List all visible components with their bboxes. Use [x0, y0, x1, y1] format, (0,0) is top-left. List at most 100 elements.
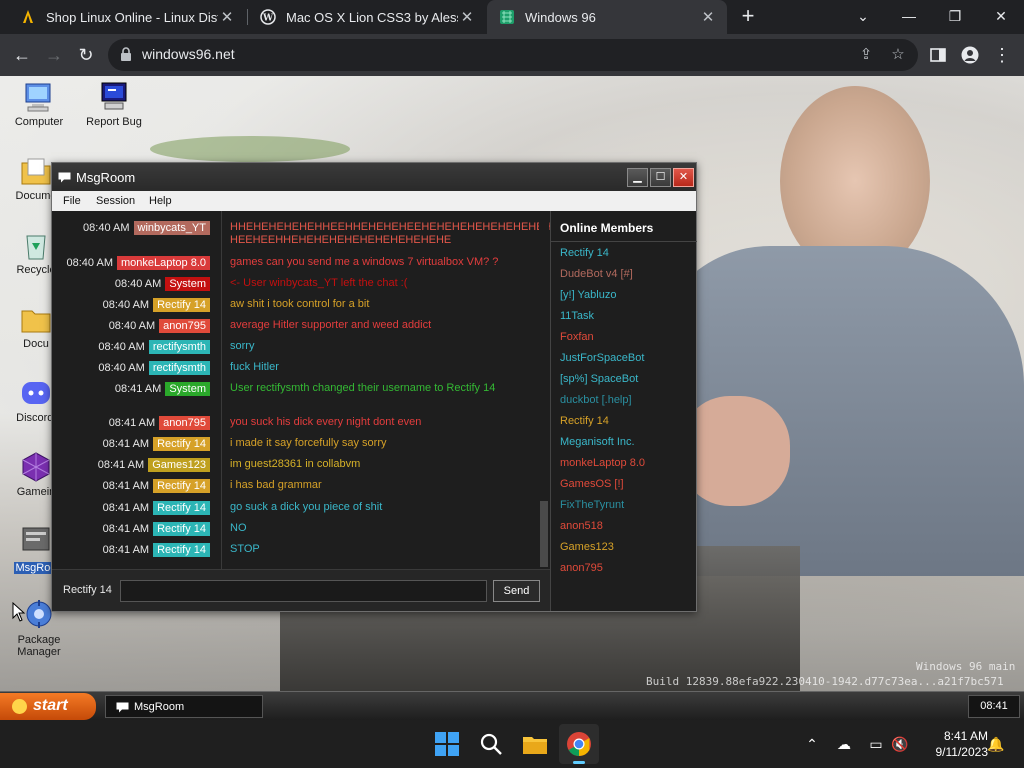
message-username-badge[interactable]: winbycats_YT	[133, 221, 210, 235]
notification-bell-icon[interactable]: 🔔	[986, 734, 1006, 754]
side-panel-icon[interactable]	[926, 43, 950, 67]
reload-icon[interactable]: ↻	[74, 43, 98, 67]
message-text: average Hitler supporter and weed addict	[230, 319, 432, 331]
tab-title: Windows 96	[525, 9, 596, 25]
close-window-button[interactable]: ✕	[673, 168, 694, 187]
chrome-icon[interactable]	[559, 724, 599, 764]
message-username-badge[interactable]: System	[165, 277, 210, 291]
forward-arrow-icon[interactable]: →	[42, 43, 66, 67]
member-item[interactable]: Rectify 14	[560, 247, 609, 259]
member-item[interactable]: anon518	[560, 520, 603, 532]
restore-icon[interactable]: ❐	[932, 0, 978, 34]
member-item[interactable]: GamesOS [!]	[560, 478, 624, 490]
close-window-icon[interactable]: ✕	[978, 0, 1024, 34]
message-username-badge[interactable]: anon795	[159, 319, 210, 333]
msgroom-menubar: File Session Help	[52, 191, 696, 211]
message-input[interactable]	[120, 580, 487, 602]
msgroom-titlebar[interactable]: MsgRoom ▁ ☐ ✕	[52, 163, 696, 191]
bookmark-star-icon[interactable]: ☆	[888, 45, 908, 65]
message-time: 08:40 AM	[83, 222, 130, 234]
member-item[interactable]: DudeBot v4 [#]	[560, 268, 633, 280]
member-item[interactable]: Foxfan	[560, 331, 594, 343]
system-clock[interactable]: 8:41 AM 9/11/2023	[918, 728, 989, 760]
message-username-badge[interactable]: rectifysmth	[148, 361, 210, 375]
message-time: 08:41 AM	[102, 544, 150, 556]
minimize-window-button[interactable]: ▁	[627, 168, 648, 187]
computer-icon	[22, 80, 56, 114]
message-username-badge[interactable]: Rectify 14	[153, 522, 210, 536]
member-item[interactable]: [sp%] SpaceBot	[560, 373, 638, 385]
taskbar-item-msgroom[interactable]: MsgRoom	[105, 695, 263, 718]
menu-kebab-icon[interactable]: ⋮	[990, 43, 1014, 67]
message-username-badge[interactable]: anon795	[159, 416, 210, 430]
tab-search-chevron-icon[interactable]: ⌄	[840, 0, 886, 34]
message-username-badge[interactable]: Rectify 14	[153, 543, 210, 557]
message-username-badge[interactable]: Rectify 14	[153, 501, 210, 515]
browser-tab-1[interactable]: W Mac OS X Lion CSS3 by Alessio A ✕	[248, 0, 486, 34]
message-username-badge[interactable]: Rectify 14	[153, 298, 210, 312]
chat-scrollbar-thumb[interactable]	[540, 501, 548, 567]
menu-session[interactable]: Session	[96, 195, 135, 207]
url-text[interactable]: windows96.net	[142, 46, 235, 62]
tray-chevron-up-icon[interactable]: ⌃	[802, 734, 822, 754]
cloud-offline-icon[interactable]: ☁	[834, 734, 854, 754]
profile-avatar-icon[interactable]	[958, 43, 982, 67]
member-item[interactable]: 11Task	[560, 310, 594, 322]
message-username-badge[interactable]: Games123	[148, 458, 210, 472]
member-item[interactable]: Rectify 14	[560, 415, 609, 427]
member-item[interactable]: anon795	[560, 562, 603, 574]
file-explorer-icon[interactable]	[521, 730, 549, 758]
report-bug-icon	[97, 80, 131, 114]
member-item[interactable]: FixTheTyrunt	[560, 499, 624, 511]
member-item[interactable]: Games123	[560, 541, 614, 553]
message-text: go suck a dick you piece of shit	[230, 501, 383, 513]
display-icon[interactable]: ▭	[866, 734, 886, 754]
member-item[interactable]: duckbot [.help]	[560, 394, 632, 406]
chat-input-bar: Rectify 14 Send	[52, 569, 550, 611]
message-text: <- User winbycats_YT left the chat :(	[230, 277, 408, 289]
message-meta: 08:41 AM Rectify 14	[103, 522, 210, 536]
share-icon[interactable]: ⇪	[856, 45, 876, 65]
send-button[interactable]: Send	[493, 580, 540, 602]
start-button[interactable]: start	[0, 693, 96, 720]
message-time: 08:41 AM	[114, 383, 162, 395]
message-time: 08:41 AM	[102, 480, 150, 492]
browser-tab-2[interactable]: Windows 96 ✕	[487, 0, 727, 34]
message-username-badge[interactable]: monkeLaptop 8.0	[116, 256, 210, 270]
lock-icon[interactable]	[120, 47, 132, 64]
w96-clock[interactable]: 08:41	[968, 695, 1020, 718]
current-nickname[interactable]: Rectify 14	[63, 584, 112, 596]
search-icon[interactable]	[477, 730, 505, 758]
desktop-icon-computer[interactable]: Computer	[4, 80, 74, 128]
message-username-badge[interactable]: rectifysmth	[148, 340, 210, 354]
message-meta: 08:40 AM winbycats_YT	[83, 221, 210, 235]
windows-start-icon[interactable]	[433, 730, 461, 758]
member-item[interactable]: JustForSpaceBot	[560, 352, 644, 364]
message-time: 08:41 AM	[108, 417, 156, 429]
chat-messages-pane[interactable]: 08:40 AM winbycats_YT HHEHEHEHEHEHHEEHHEHE…	[52, 211, 550, 569]
member-item[interactable]: [y!] Yabluzo	[560, 289, 616, 301]
menu-file[interactable]: File	[63, 195, 81, 207]
message-text: sorry	[230, 340, 255, 352]
msgroom-window[interactable]: MsgRoom ▁ ☐ ✕ File Session Help 08:40 AM…	[51, 162, 697, 612]
desktop-icon-report-bug[interactable]: Report Bug	[79, 80, 149, 128]
address-bar[interactable]: windows96.net ⇪ ☆	[108, 39, 918, 71]
message-username-badge[interactable]: Rectify 14	[153, 437, 210, 451]
watermark-line-1: Windows 96 main	[916, 660, 1016, 673]
speaker-muted-icon[interactable]: 🔇	[890, 734, 910, 754]
message-username-badge[interactable]: Rectify 14	[153, 479, 210, 493]
browser-tab-0[interactable]: Shop Linux Online - Linux Distros ✕	[8, 0, 246, 34]
mouse-cursor-icon	[12, 601, 26, 625]
close-tab-icon[interactable]: ✕	[218, 8, 236, 26]
member-item[interactable]: monkeLaptop 8.0	[560, 457, 645, 469]
close-tab-icon[interactable]: ✕	[458, 8, 476, 26]
documents-folder-icon	[19, 154, 53, 188]
new-tab-button[interactable]: +	[736, 4, 760, 28]
minimize-icon[interactable]: —	[886, 0, 932, 34]
message-username-badge[interactable]: System	[165, 382, 210, 396]
member-item[interactable]: Meganisoft Inc.	[560, 436, 635, 448]
back-arrow-icon[interactable]: ←	[10, 43, 34, 67]
maximize-window-button[interactable]: ☐	[650, 168, 671, 187]
close-tab-icon[interactable]: ✕	[699, 8, 717, 26]
menu-help[interactable]: Help	[149, 195, 172, 207]
